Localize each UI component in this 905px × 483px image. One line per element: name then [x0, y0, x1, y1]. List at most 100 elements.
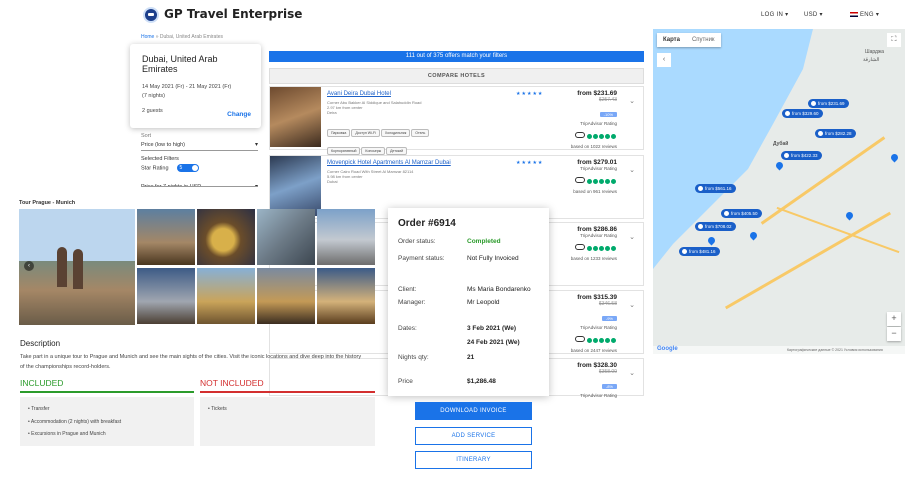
marker-price: from $231.69 — [818, 101, 845, 106]
uk-flag-icon — [850, 11, 858, 17]
chevron-down-icon[interactable]: ⌄ — [629, 233, 635, 241]
tripadvisor-owl-icon — [575, 243, 585, 250]
itinerary-button[interactable]: ITINERARY — [415, 451, 532, 469]
reviews-count[interactable]: based on 1022 reviews — [537, 144, 617, 149]
breadcrumb-home[interactable]: Home — [141, 34, 154, 40]
gallery-thumb[interactable] — [257, 268, 315, 324]
zoom-out-icon[interactable]: − — [887, 327, 901, 341]
gallery-thumb[interactable] — [197, 268, 255, 324]
change-search-button[interactable]: Change — [227, 111, 251, 118]
marker-price: from $329.60 — [792, 111, 819, 116]
rating-dots — [587, 171, 617, 188]
included-item: Accommodation (2 nights) with breakfast — [30, 418, 122, 425]
end-date: 24 Feb 2021 (We) — [467, 339, 520, 346]
compare-hotels-button[interactable]: COMPARE HOTELS — [269, 68, 644, 84]
included-heading: INCLUDED — [20, 378, 194, 393]
price-marker[interactable]: from $708.02 — [695, 222, 736, 231]
not-included-item: Tickets — [211, 406, 227, 412]
language-select[interactable]: ENG ▾ — [850, 11, 879, 18]
map-pin-icon[interactable] — [774, 160, 785, 171]
gallery-thumb[interactable] — [317, 268, 375, 324]
chevron-down-icon[interactable]: ⌄ — [629, 369, 635, 377]
tab-map[interactable]: Карта — [657, 33, 686, 47]
district-line: Deira — [327, 110, 337, 115]
chevron-down-icon[interactable]: ⌄ — [629, 97, 635, 105]
price-from: from $286.86 — [577, 226, 617, 233]
map-pin-icon[interactable] — [844, 210, 855, 221]
amenity-tag: Корпоративный — [327, 147, 361, 155]
hotel-address: Corner Cairo Road With Street Al Mamzar … — [327, 169, 413, 184]
brand-name[interactable]: GP Travel Enterprise — [164, 7, 302, 21]
marker-price: from $708.02 — [705, 224, 732, 229]
brand-logo-icon[interactable] — [143, 7, 159, 23]
filters-panel: Sort Price (low to high) Selected Filter… — [141, 133, 258, 187]
search-summary-card: Dubai, United Arab Emirates 14 May 2021 … — [130, 44, 261, 128]
map-pin-icon[interactable] — [706, 235, 717, 246]
price-marker[interactable]: from $481.16 — [679, 247, 720, 256]
price-marker[interactable]: from $561.16 — [695, 184, 736, 193]
tour-main-photo[interactable]: ‹ — [19, 209, 135, 325]
manager-label: Manager: — [398, 299, 426, 306]
currency-select[interactable]: USD ▾ — [804, 11, 823, 18]
map-collapse-icon[interactable]: ‹ — [657, 53, 671, 67]
price-marker[interactable]: from $405.50 — [721, 209, 762, 218]
gallery-thumb[interactable] — [197, 209, 255, 265]
star-filter-chip[interactable]: 5 — [176, 164, 199, 172]
price-from: from $279.01 — [577, 159, 617, 166]
zoom-in-icon[interactable]: + — [887, 312, 901, 326]
price-marker[interactable]: from $329.60 — [782, 109, 823, 118]
not-included-heading: NOT INCLUDED — [200, 378, 375, 393]
hotel-name-link[interactable]: Movenpick Hotel Apartments Al Mamzar Dub… — [327, 160, 451, 166]
gallery-thumb[interactable] — [137, 209, 195, 265]
map-type-tabs[interactable]: Карта Спутник — [657, 33, 721, 47]
reviews-count[interactable]: based on 1233 reviews — [537, 256, 617, 261]
hotel-photo[interactable] — [270, 156, 321, 216]
client-value: Ms Maria Bondarenko — [467, 286, 531, 293]
price-from: from $231.69 — [577, 90, 617, 97]
marker-price: from $481.16 — [689, 249, 716, 254]
map-pin-icon[interactable] — [748, 230, 759, 241]
hotel-card[interactable]: Avani Deira Dubai Hotel ★★★★★ Corner Abu… — [269, 86, 644, 155]
district-line: Dubai — [327, 179, 338, 184]
price-filter[interactable]: Price for 7 nights in USD — [141, 182, 258, 187]
login-link[interactable]: LOG IN ▾ — [761, 11, 788, 18]
price-marker[interactable]: from $231.69 — [808, 99, 849, 108]
map-attribution: Картографические данные © 2021 Условия и… — [653, 346, 905, 354]
marker-price: from $561.16 — [705, 186, 732, 191]
gallery-thumb[interactable] — [137, 268, 195, 324]
amenity-tag: Детский — [386, 147, 408, 155]
price-marker[interactable]: from $282.28 — [815, 129, 856, 138]
marker-price: from $282.28 — [825, 131, 852, 136]
amenity-tag: Холодильник — [380, 129, 411, 137]
selected-filters-label: Selected Filters — [141, 156, 179, 162]
order-status-label: Order status: — [398, 238, 436, 245]
gallery-thumb[interactable] — [317, 209, 375, 265]
hotel-name-link[interactable]: Avani Deira Dubai Hotel — [327, 91, 391, 97]
price-marker[interactable]: from $422.33 — [781, 151, 822, 160]
order-title: Order #6914 — [398, 218, 456, 229]
map-road — [760, 136, 886, 225]
hotels-map[interactable]: Шарджа الشارقة Дубай Карта Спутник ⛶ ‹ fr… — [653, 29, 905, 354]
nights-value: 21 — [467, 354, 475, 361]
map-pin-icon[interactable] — [889, 152, 900, 163]
top-bar: GP Travel Enterprise LOG IN ▾ USD ▾ ENG … — [0, 0, 905, 30]
sort-label: Sort — [141, 133, 152, 139]
reviews-count[interactable]: based on 2447 reviews — [537, 348, 617, 353]
payment-status-value: Not Fully Invoiced — [467, 255, 519, 262]
tripadvisor-owl-icon — [575, 131, 585, 138]
chevron-down-icon[interactable]: ⌄ — [629, 301, 635, 309]
download-invoice-button[interactable]: DOWNLOAD INVOICE — [415, 402, 532, 420]
hotel-photo[interactable] — [270, 87, 321, 147]
chevron-down-icon[interactable]: ⌄ — [629, 166, 635, 174]
add-service-button[interactable]: ADD SERVICE — [415, 427, 532, 445]
tour-title: Tour Prague - Munich — [19, 200, 76, 206]
fullscreen-icon[interactable]: ⛶ — [887, 33, 901, 47]
sort-select[interactable]: Price (low to high) — [141, 140, 258, 151]
marker-price: from $405.50 — [731, 211, 758, 216]
tab-satellite[interactable]: Спутник — [686, 33, 721, 47]
gallery-thumb[interactable] — [257, 209, 315, 265]
gallery-prev-icon[interactable]: ‹ — [24, 261, 34, 271]
amenity-tag: Доступ Wi-Fi — [351, 129, 380, 137]
reviews-count[interactable]: based on 961 reviews — [537, 189, 617, 194]
nights-count: (7 nights) — [142, 93, 165, 99]
